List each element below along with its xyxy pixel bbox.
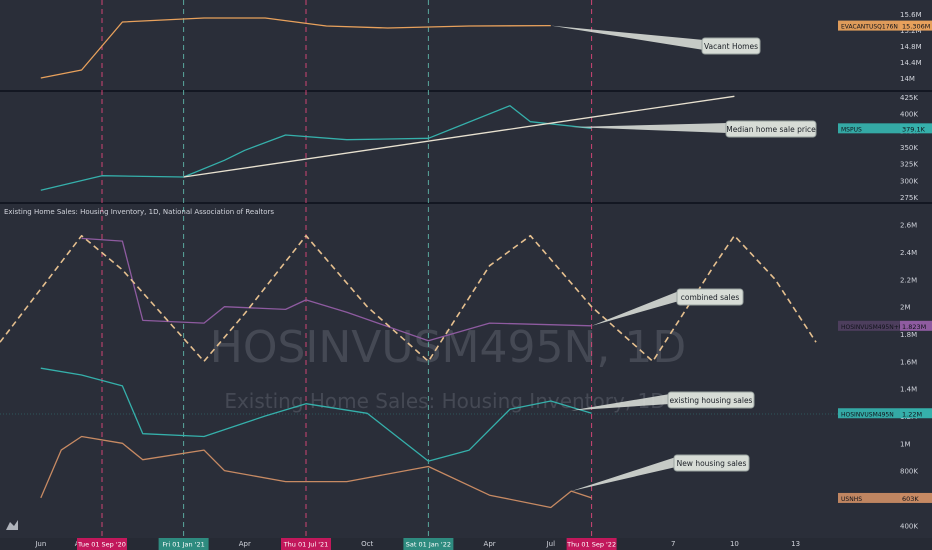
last-value-tag: EVACANTUSQ176N 15.306M bbox=[838, 20, 932, 31]
panel-price bbox=[0, 92, 932, 202]
x-tick-label: Oct bbox=[361, 540, 373, 548]
last-value-label: 1.22M bbox=[902, 410, 922, 418]
last-value-label: 15.306M bbox=[902, 23, 930, 31]
x-highlight-label: Thu 01 Sep '22 bbox=[566, 541, 616, 549]
y-tick-label: 2.2M bbox=[900, 276, 917, 284]
callout-label: Median home sale price bbox=[726, 125, 816, 134]
chart-canvas[interactable]: HOSINVUSM495N, 1DExisting Home Sales: Ho… bbox=[0, 0, 932, 550]
last-value-tag: HOSINVUSM495N 1.22M bbox=[838, 408, 932, 419]
x-tick-label: Apr bbox=[484, 540, 496, 548]
x-tick-label: Jun bbox=[34, 540, 46, 548]
last-value-tag: USNHS 603K bbox=[838, 492, 932, 503]
y-tick-label: 1.4M bbox=[900, 386, 917, 394]
y-tick-label: 325K bbox=[900, 161, 918, 169]
x-highlight-tag: Sat 01 Jan '22 bbox=[403, 538, 454, 550]
y-tick-label: 400K bbox=[900, 522, 918, 530]
series-name-label: EVACANTUSQ176N bbox=[841, 24, 898, 31]
panel-separator bbox=[0, 202, 932, 204]
y-tick-label: 15.6M bbox=[900, 11, 922, 19]
series-name-label: HOSINVUSM495N bbox=[841, 411, 894, 418]
y-tick-label: 1.8M bbox=[900, 331, 917, 339]
callout-label: existing housing sales bbox=[670, 396, 753, 405]
y-tick-label: 300K bbox=[900, 177, 918, 185]
y-tick-label: 800K bbox=[900, 468, 918, 476]
last-value-tag: MSPUS 379.1K bbox=[838, 123, 932, 134]
series-name-label: MSPUS bbox=[841, 126, 862, 133]
y-tick-label: 2.4M bbox=[900, 249, 917, 257]
x-tick-label: Apr bbox=[239, 540, 251, 548]
x-highlight-label: Thu 01 Jul '21 bbox=[283, 541, 329, 549]
last-value-label: 1.823M bbox=[902, 323, 926, 331]
x-highlight-label: Tue 01 Sep '20 bbox=[77, 541, 126, 549]
last-value-label: 603K bbox=[902, 495, 919, 503]
x-tick-label: 13 bbox=[791, 540, 800, 548]
callout-label: combined sales bbox=[681, 293, 740, 302]
x-highlight-label: Fri 01 Jan '21 bbox=[162, 541, 204, 549]
y-tick-label: 425K bbox=[900, 94, 918, 102]
y-tick-label: 14.8M bbox=[900, 43, 922, 51]
x-tick-label: 7 bbox=[671, 540, 675, 548]
x-tick-label: Jul bbox=[546, 540, 556, 548]
x-tick-label: 10 bbox=[730, 540, 739, 548]
x-highlight-tag: Thu 01 Sep '22 bbox=[566, 538, 617, 550]
y-tick-label: 1.6M bbox=[900, 358, 917, 366]
callout-label: New housing sales bbox=[677, 459, 747, 468]
chart-title: Existing Home Sales: Housing Inventory, … bbox=[4, 208, 274, 216]
y-tick-label: 2.6M bbox=[900, 222, 917, 230]
panel-vacant bbox=[0, 0, 932, 90]
y-tick-label: 275K bbox=[900, 194, 918, 202]
panel-separator bbox=[0, 90, 932, 92]
y-tick-label: 400K bbox=[900, 111, 918, 119]
watermark-subtitle: Existing Home Sales: Housing Inventory, … bbox=[224, 389, 665, 413]
panel-backgrounds bbox=[0, 0, 932, 550]
y-tick-label: 2M bbox=[900, 304, 911, 312]
x-highlight-tag: Thu 01 Jul '21 bbox=[281, 538, 331, 550]
y-tick-label: 14.4M bbox=[900, 59, 922, 67]
y-tick-label: 1M bbox=[900, 440, 911, 448]
series-name-label: USNHS bbox=[841, 496, 862, 503]
last-value-tag: HOSINVUSM495N+USNHS1.823M bbox=[838, 320, 932, 331]
x-highlight-tag: Tue 01 Sep '20 bbox=[77, 538, 127, 550]
y-tick-label: 350K bbox=[900, 144, 918, 152]
x-highlight-label: Sat 01 Jan '22 bbox=[406, 541, 451, 549]
x-highlight-tag: Fri 01 Jan '21 bbox=[158, 538, 209, 550]
y-tick-label: 14M bbox=[900, 75, 915, 83]
last-value-label: 379.1K bbox=[902, 125, 926, 133]
callout-label: Vacant Homes bbox=[704, 42, 758, 51]
